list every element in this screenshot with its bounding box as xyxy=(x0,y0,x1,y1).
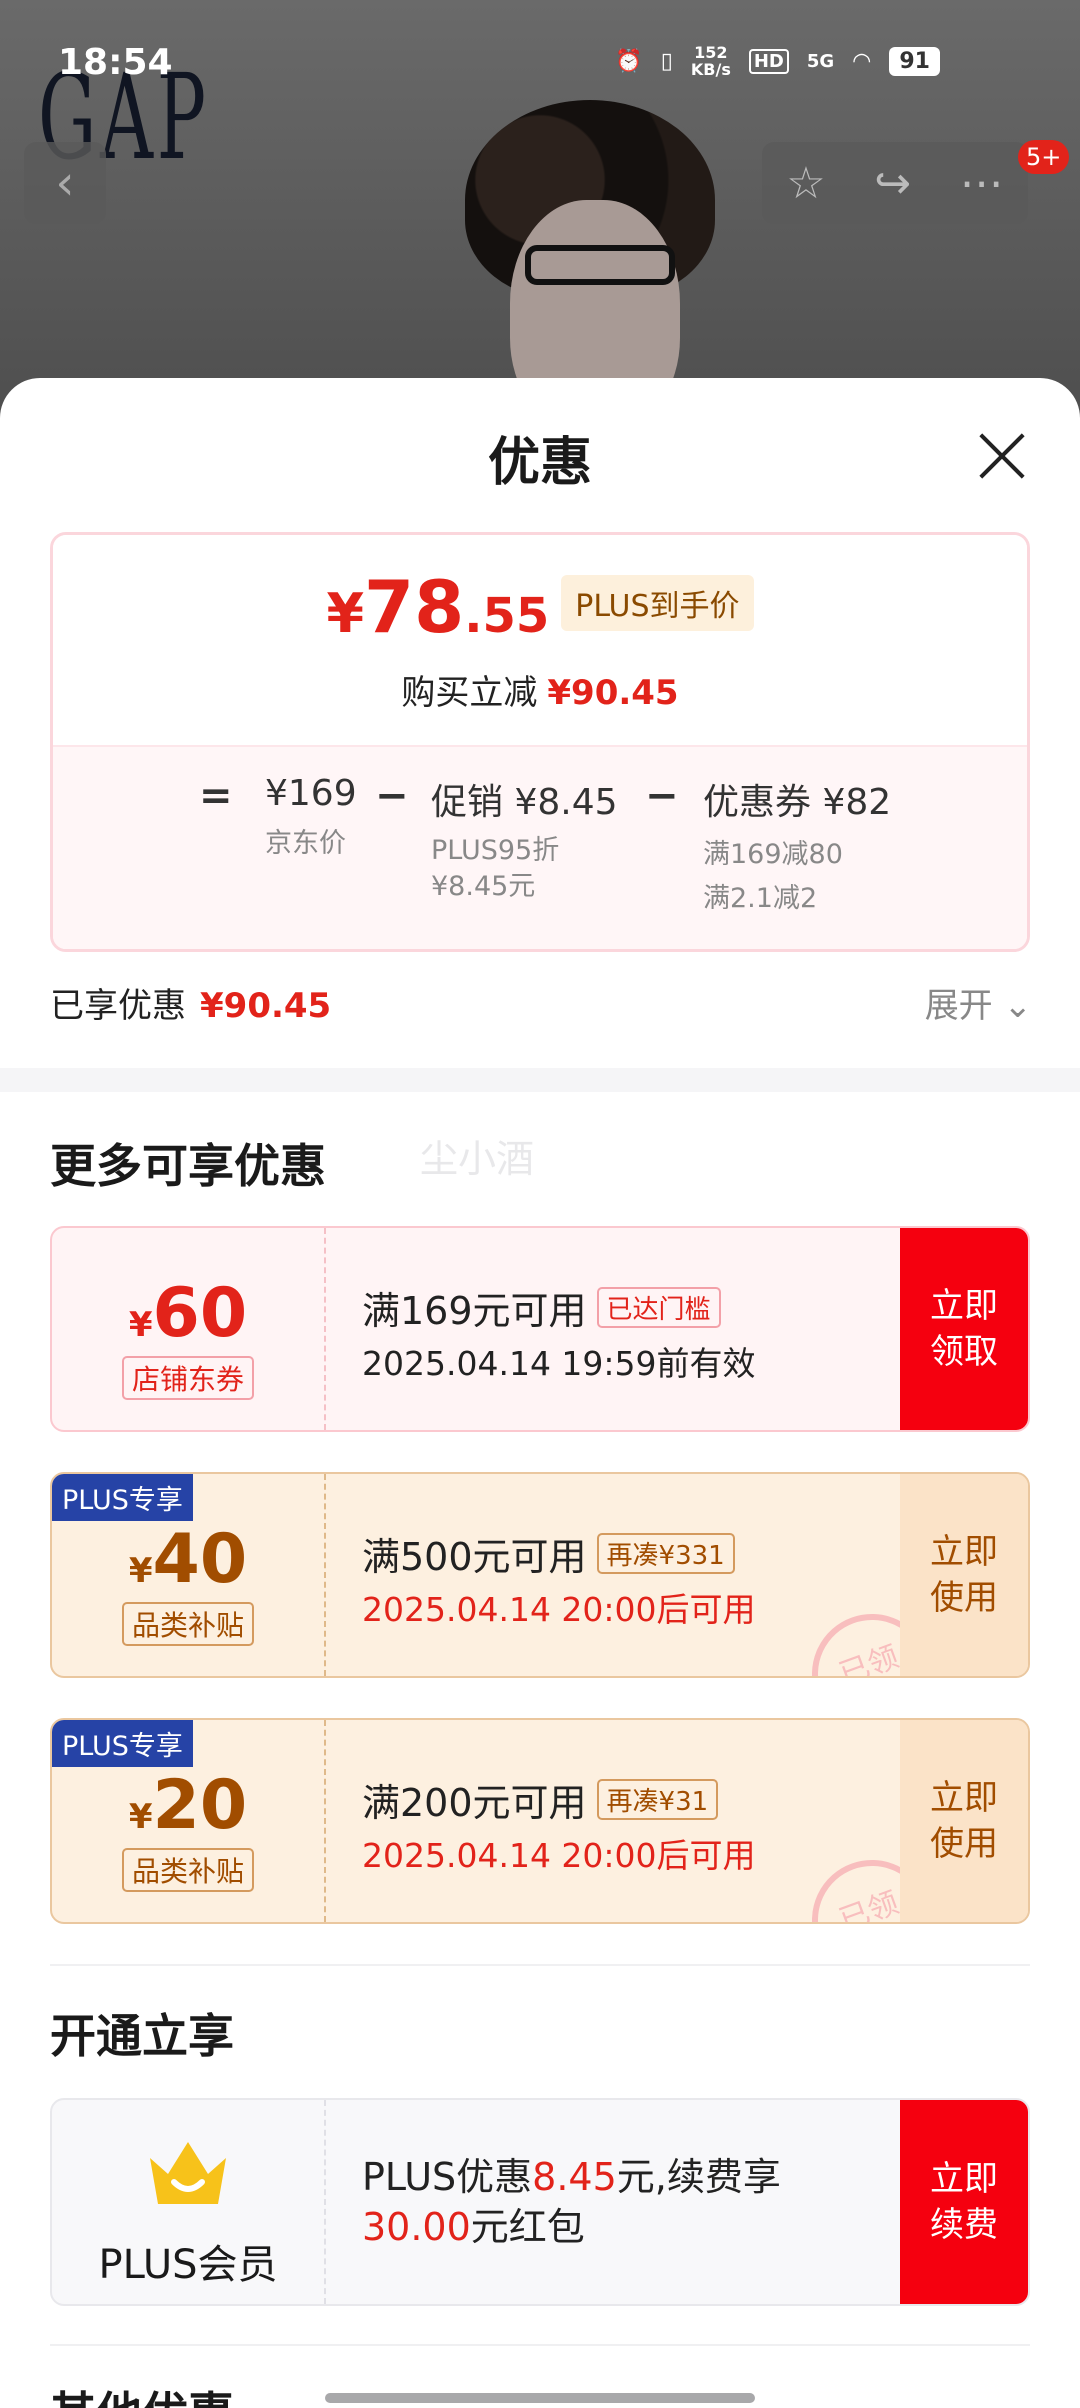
other-offers-title: 其他优惠 xyxy=(50,2378,234,2408)
home-indicator[interactable] xyxy=(325,2393,755,2403)
add-more-tag: 再凑¥31 xyxy=(596,1779,719,1820)
signal-icon: 5G xyxy=(806,50,835,72)
coupon-amount: ¥40 xyxy=(128,1520,248,1599)
renew-plus-button[interactable]: 立即 续费 xyxy=(900,2100,1028,2304)
chevron-down-icon: ⌄ xyxy=(1003,986,1033,1026)
equals-sign: = xyxy=(199,773,233,819)
jd-price: ¥169 京东价 xyxy=(265,773,357,859)
hd-icon: HD xyxy=(748,48,789,74)
coupon-amount: ¥60 xyxy=(128,1274,248,1353)
plus-benefit-text: PLUS优惠8.45元,续费享 30.00元红包 xyxy=(362,2155,781,2249)
divider xyxy=(50,1964,1030,1966)
status-bar: 18:54 ⏰ ▯ 152 KB/s HD 5G ◠ 91 xyxy=(0,0,1080,120)
coupon-type: 品类补贴 xyxy=(121,1848,255,1892)
final-price: ¥78.55 PLUS到手价 xyxy=(53,565,1027,649)
sheet-title: 优惠 xyxy=(487,433,592,493)
coupon-amount: ¥20 xyxy=(128,1766,248,1845)
vibrate-icon: ▯ xyxy=(660,48,673,74)
plus-member-label: PLUS会员 xyxy=(98,2242,278,2288)
battery-icon: 91 xyxy=(889,46,940,76)
top-actions: ☆ ↪ ⋯ xyxy=(762,142,1028,224)
coupon-card: PLUS专享 ¥40 品类补贴 满500元可用 再凑¥331 2025.04.14… xyxy=(50,1472,1030,1678)
more-icon[interactable]: ⋯ xyxy=(960,158,1004,209)
minus-sign: − xyxy=(375,773,409,819)
back-button[interactable]: ‹ xyxy=(24,142,106,224)
status-icons: ⏰ ▯ 152 KB/s HD 5G ◠ 91 xyxy=(615,44,940,78)
coupon-discount: 优惠券 ¥82 满169减80 满2.1减2 xyxy=(703,782,892,914)
expand-button[interactable]: 展开 ⌄ xyxy=(925,978,1032,1027)
coupon-type: 店铺东券 xyxy=(121,1356,255,1400)
discount-sheet: 优惠 ¥78.55 PLUS到手价 购买立减 ¥90.45 = ¥169 京东价 −… xyxy=(0,378,1080,2408)
price-breakdown: = ¥169 京东价 − 促销 ¥8.45 PLUS95折 ¥8.45元 − 优… xyxy=(53,745,1027,949)
minus-sign: − xyxy=(645,773,679,819)
claim-coupon-button[interactable]: 立即 领取 xyxy=(900,1228,1028,1430)
threshold-tag: 已达门槛 xyxy=(596,1287,721,1328)
price-summary: ¥78.55 PLUS到手价 购买立减 ¥90.45 = ¥169 京东价 − 促销… xyxy=(50,532,1030,952)
model-photo xyxy=(430,90,760,420)
divider xyxy=(50,2344,1030,2346)
chevron-left-icon: ‹ xyxy=(55,155,75,211)
ghost-text: 尘小酒 xyxy=(420,1137,535,1181)
open-plus-title: 开通立享 xyxy=(50,2009,234,2063)
alarm-icon: ⏰ xyxy=(615,48,643,74)
net-speed: 152 KB/s xyxy=(690,43,731,79)
coupon-card: PLUS专享 ¥20 品类补贴 满200元可用 再凑¥31 2025.04.14 … xyxy=(50,1718,1030,1924)
notification-badge: 5+ xyxy=(1018,140,1070,174)
crown-icon xyxy=(150,2142,226,2204)
instant-reduction: 购买立减 ¥90.45 xyxy=(401,673,679,713)
use-coupon-button[interactable]: 立即 使用 xyxy=(900,1474,1028,1676)
promo-discount: 促销 ¥8.45 PLUS95折 ¥8.45元 xyxy=(431,782,618,902)
coupon-info: 满169元可用 已达门槛 2025.04.14 19:59前有效 xyxy=(362,1287,756,1383)
section-divider xyxy=(0,1068,1080,1092)
coupon-info: 满500元可用 再凑¥331 2025.04.14 20:00后可用 xyxy=(362,1533,756,1629)
close-icon[interactable] xyxy=(976,430,1028,482)
coupon-card: ¥60 店铺东券 满169元可用 已达门槛 2025.04.14 19:59前有效… xyxy=(50,1226,1030,1432)
more-offers-title: 更多可享优惠 xyxy=(50,1139,326,1193)
enjoyed-discount: 已享优惠 ¥90.45 xyxy=(50,986,332,1026)
use-coupon-button[interactable]: 立即 使用 xyxy=(900,1720,1028,1922)
wifi-icon: ◠ xyxy=(852,48,872,74)
plus-price-tag: PLUS到手价 xyxy=(561,575,754,631)
share-icon[interactable]: ↪ xyxy=(874,158,911,209)
coupon-info: 满200元可用 再凑¥31 2025.04.14 20:00后可用 xyxy=(362,1779,756,1875)
plus-membership-card: PLUS会员 PLUS优惠8.45元,续费享 30.00元红包 立即 续费 xyxy=(50,2098,1030,2306)
coupon-type: 品类补贴 xyxy=(121,1602,255,1646)
clock: 18:54 xyxy=(58,42,173,83)
add-more-tag: 再凑¥331 xyxy=(596,1533,735,1574)
favorite-star-icon[interactable]: ☆ xyxy=(786,158,825,209)
